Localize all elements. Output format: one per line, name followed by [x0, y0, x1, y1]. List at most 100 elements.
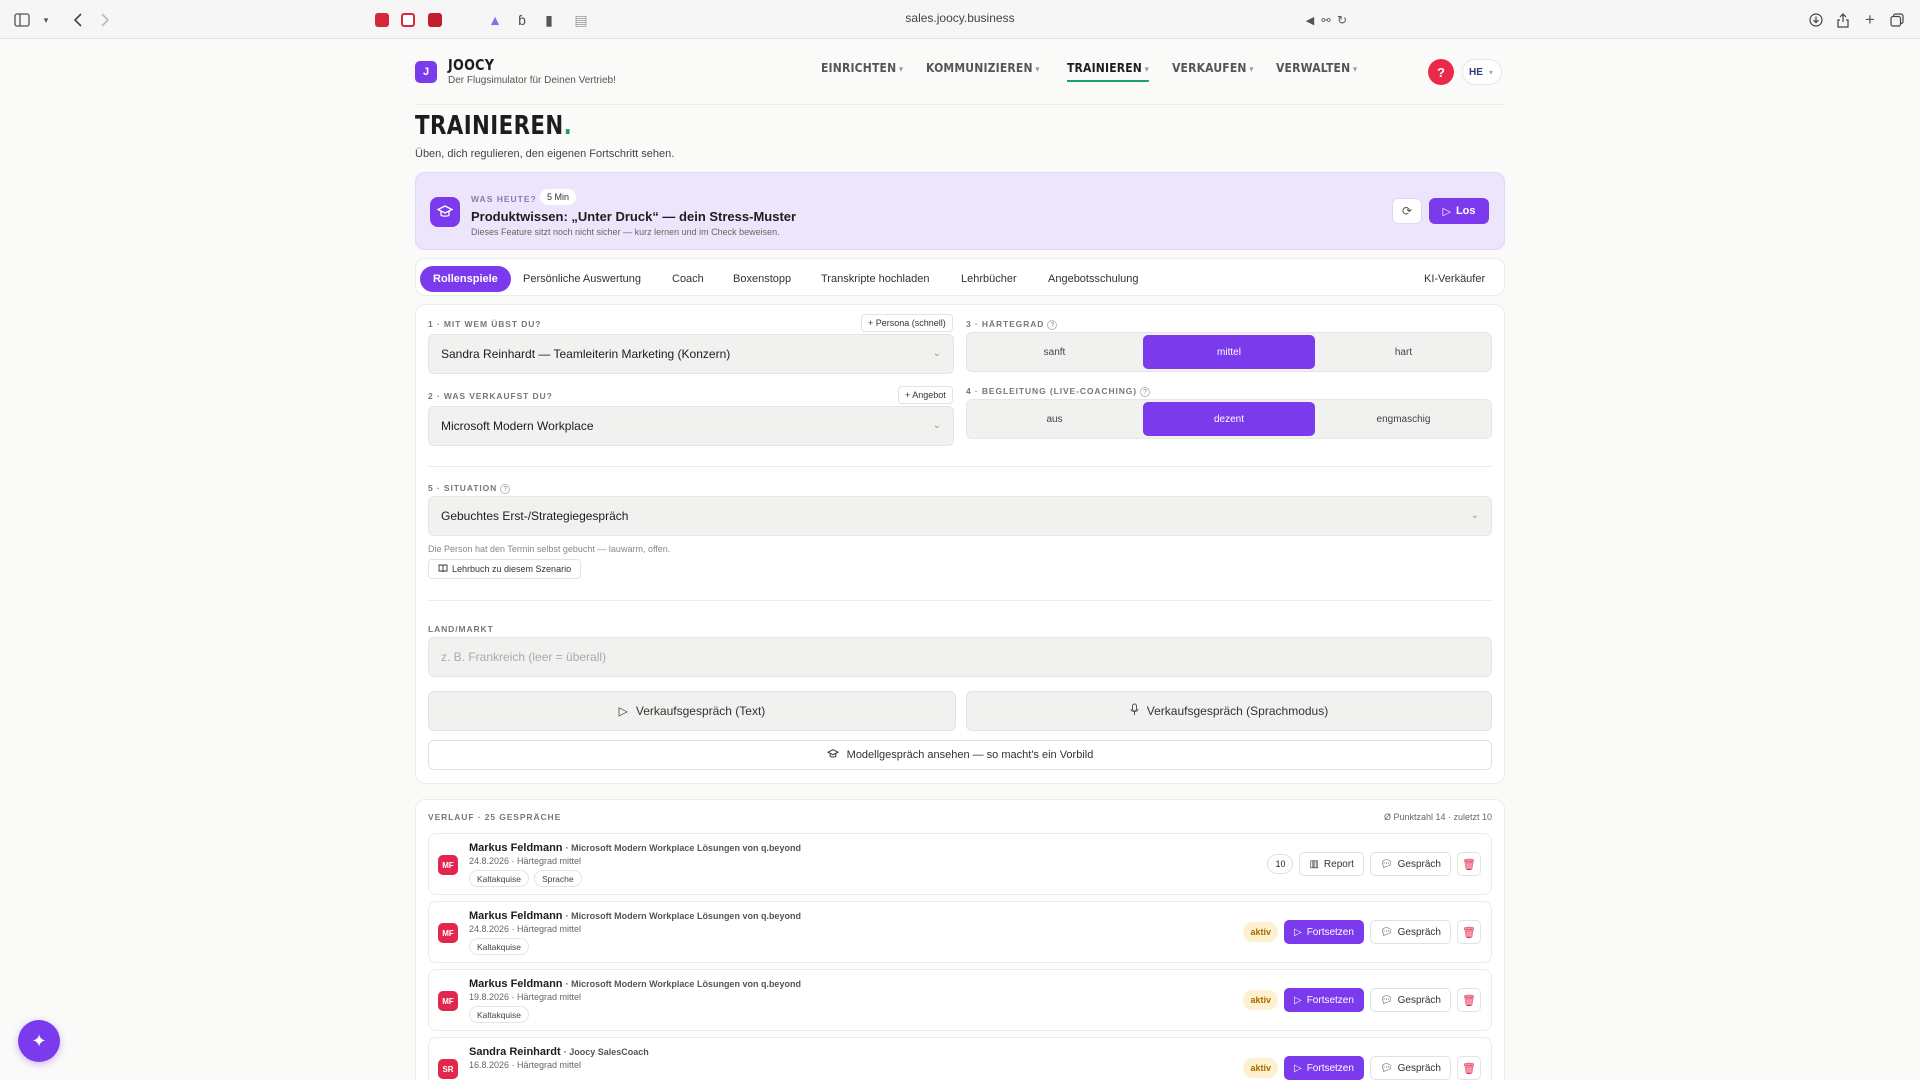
tab-boxenstopp[interactable]: Boxenstopp	[733, 266, 791, 292]
persona-select[interactable]: Sandra Reinhardt — Teamleiterin Marketin…	[428, 334, 954, 374]
address-bar[interactable]: sales.joocy.business	[860, 11, 1060, 25]
banner-description: Dieses Feature sitzt noch nicht sicher —…	[471, 227, 780, 237]
trash-icon: 🗑︎	[1462, 994, 1476, 1007]
continue-button[interactable]: ▷ Fortsetzen	[1283, 988, 1364, 1012]
reader-extension-icon[interactable]	[400, 12, 416, 28]
model-call-button[interactable]: Modellgespräch ansehen — so macht's ein …	[428, 740, 1492, 770]
row-meta: 24.8.2026 · Härtegrad mittel	[469, 924, 582, 934]
difficulty-sanft[interactable]: sanft	[969, 335, 1140, 369]
forward-icon[interactable]	[97, 12, 113, 28]
help-icon[interactable]: ?	[500, 484, 511, 494]
reload-icon[interactable]: ↻	[1334, 12, 1350, 28]
table-row[interactable]: MF Markus Feldmann · Microsoft Modern Wo…	[428, 901, 1492, 963]
table-row[interactable]: SR Sandra Reinhardt · Joocy SalesCoach 1…	[428, 1037, 1492, 1080]
row-meta: 19.8.2026 · Härtegrad mittel	[469, 992, 582, 1002]
nav-einrichten[interactable]: EINRICHTEN ▾	[821, 61, 903, 82]
row-actions: aktiv ▷ Fortsetzen 💬︎ Gespräch 🗑︎	[1243, 1056, 1481, 1080]
coaching-selector: aus dezent engmaschig	[966, 399, 1492, 439]
speaker-icon[interactable]: ◀	[1302, 12, 1318, 28]
tab-rollenspiele[interactable]: Rollenspiele	[420, 266, 511, 292]
nav-kommunizieren[interactable]: KOMMUNIZIEREN ▾	[926, 61, 1040, 82]
microphone-icon	[1130, 703, 1139, 719]
table-row[interactable]: MF Markus Feldmann · Microsoft Modern Wo…	[428, 969, 1492, 1031]
ai-assistant-button[interactable]: ✦	[18, 1020, 60, 1062]
tab-icon[interactable]: ▤	[573, 12, 589, 28]
add-persona-button[interactable]: + Persona (schnell)	[861, 314, 953, 332]
tab-persoenliche-auswertung[interactable]: Persönliche Auswertung	[523, 266, 641, 292]
row-meta: 24.8.2026 · Härtegrad mittel	[469, 856, 582, 866]
voice-call-button[interactable]: Verkaufsgespräch (Sprachmodus)	[966, 691, 1492, 731]
nav-verwalten[interactable]: VERWALTEN ▾	[1276, 61, 1357, 82]
row-name: Markus Feldmann · Microsoft Modern Workp…	[469, 842, 801, 854]
difficulty-mittel[interactable]: mittel	[1143, 335, 1315, 369]
conversation-button[interactable]: 💬︎ Gespräch	[1369, 920, 1451, 944]
row-meta: 16.8.2026 · Härtegrad mittel	[469, 1060, 582, 1070]
text-call-button[interactable]: ▷ Verkaufsgespräch (Text)	[428, 691, 956, 731]
go-button[interactable]: ▷ Los	[1429, 198, 1489, 224]
share-icon[interactable]	[1835, 12, 1851, 28]
tab-coach[interactable]: Coach	[672, 266, 704, 292]
nav-verkaufen[interactable]: VERKAUFEN ▾	[1172, 61, 1254, 82]
refresh-button[interactable]: ⟳	[1392, 198, 1422, 224]
report-button[interactable]: ▥ Report	[1299, 852, 1364, 876]
tab-ki-verkaeufer[interactable]: KI-Verkäufer	[1424, 266, 1485, 292]
pdf-extension-icon[interactable]	[427, 12, 443, 28]
product-select[interactable]: Microsoft Modern Workplace ⌄	[428, 406, 954, 446]
coaching-engmaschig[interactable]: engmaschig	[1318, 402, 1489, 436]
persona-label: 1 · MIT WEM ÜBST DU?	[428, 319, 542, 329]
situation-label: 5 · SITUATION?	[428, 483, 511, 494]
play-icon: ▷	[1293, 1062, 1302, 1074]
download-icon[interactable]	[1808, 12, 1824, 28]
delete-button[interactable]: 🗑︎	[1457, 988, 1481, 1012]
table-row[interactable]: MF Markus Feldmann · Microsoft Modern Wo…	[428, 833, 1492, 895]
coaching-label: 4 · BEGLEITUNG (LIVE-COACHING)?	[966, 386, 1151, 397]
market-input[interactable]: z. B. Frankreich (leer = überall)	[428, 637, 1492, 677]
bottle-extension-icon[interactable]: ɓ	[514, 12, 530, 28]
status-badge: aktiv	[1243, 922, 1278, 942]
delete-button[interactable]: 🗑︎	[1457, 1056, 1481, 1080]
sidebar-toggle-icon[interactable]	[14, 12, 30, 28]
continue-button[interactable]: ▷ Fortsetzen	[1283, 1056, 1364, 1080]
logo[interactable]: J	[415, 61, 437, 83]
trash-icon: 🗑︎	[1462, 858, 1476, 871]
score-badge: 10	[1267, 854, 1294, 874]
coaching-aus[interactable]: aus	[969, 402, 1140, 436]
nav-trainieren[interactable]: TRAINIEREN ▾	[1066, 61, 1149, 82]
avatar: MF	[438, 923, 458, 943]
back-icon[interactable]	[70, 12, 86, 28]
help-icon[interactable]: ?	[1140, 387, 1151, 397]
situation-select[interactable]: Gebuchtes Erst-/Strategiegespräch ⌄	[428, 496, 1492, 536]
user-menu[interactable]: HE ▾	[1462, 59, 1502, 85]
tab-lehrbuecher[interactable]: Lehrbücher	[961, 266, 1017, 292]
row-tags: Kaltakquise	[469, 1006, 529, 1023]
help-icon[interactable]: ?	[1047, 320, 1058, 330]
help-button[interactable]: ?	[1428, 59, 1454, 85]
history-heading: VERLAUF · 25 GESPRÄCHE	[428, 812, 562, 822]
brand-tagline: Der Flugsimulator für Deinen Vertrieb!	[448, 75, 616, 86]
extension-icon[interactable]	[374, 12, 390, 28]
add-offer-button[interactable]: + Angebot	[898, 386, 953, 404]
continue-button[interactable]: ▷ Fortsetzen	[1283, 920, 1364, 944]
flask-extension-icon[interactable]: ▲	[487, 12, 503, 28]
translate-icon[interactable]: ⚯	[1318, 12, 1334, 28]
chevron-down-icon[interactable]: ▾	[38, 12, 54, 28]
difficulty-hart[interactable]: hart	[1318, 335, 1489, 369]
coaching-dezent[interactable]: dezent	[1143, 402, 1315, 436]
delete-button[interactable]: 🗑︎	[1457, 852, 1481, 876]
delete-button[interactable]: 🗑︎	[1457, 920, 1481, 944]
tab-angebotsschulung[interactable]: Angebotsschulung	[1048, 266, 1139, 292]
row-name: Sandra Reinhardt · Joocy SalesCoach	[469, 1046, 649, 1058]
tab-transkripte-hochladen[interactable]: Transkripte hochladen	[821, 266, 929, 292]
battery-extension-icon[interactable]: ▮	[541, 12, 557, 28]
avatar: SR	[438, 1059, 458, 1079]
bar-chart-icon: ▥	[1309, 858, 1319, 870]
conversation-button[interactable]: 💬︎ Gespräch	[1369, 988, 1451, 1012]
row-tags: Kaltakquise Sprache	[469, 870, 582, 887]
textbook-button[interactable]: Lehrbuch zu diesem Szenario	[428, 559, 582, 579]
play-icon: ▷	[1293, 926, 1302, 938]
brand-name: JOOCY	[448, 56, 495, 74]
new-tab-icon[interactable]: +	[1862, 10, 1878, 29]
conversation-button[interactable]: 💬︎ Gespräch	[1369, 852, 1451, 876]
tab-overview-icon[interactable]	[1889, 12, 1905, 28]
conversation-button[interactable]: 💬︎ Gespräch	[1369, 1056, 1451, 1080]
